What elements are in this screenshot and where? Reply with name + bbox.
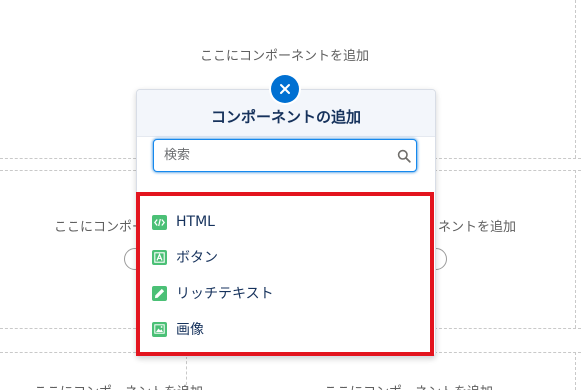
drop-zone-label[interactable]: ここにコンポー bbox=[54, 216, 145, 235]
popover-title: コンポーネントの追加 bbox=[210, 108, 361, 126]
region-divider bbox=[575, 0, 576, 158]
drop-zone-label[interactable]: ここにコンポーネントを追加 bbox=[324, 381, 493, 390]
drop-zone-label[interactable]: ここにコンポーネントを追加 bbox=[34, 381, 203, 390]
add-component-popover: コンポーネントの追加 HTML bbox=[136, 89, 436, 357]
region-divider bbox=[0, 158, 136, 159]
search-input[interactable] bbox=[164, 140, 384, 171]
page-layout-canvas: ここにコンポーネントを追加 ここにコンポー ネントを追加 ここにコンポーネントを… bbox=[0, 0, 581, 390]
search-field[interactable] bbox=[153, 139, 417, 172]
component-list-highlight: HTML ボタン リッチテキスト 画像 bbox=[136, 192, 434, 356]
component-item-label: ボタン bbox=[176, 250, 218, 266]
component-item-label: リッチテキスト bbox=[176, 286, 274, 302]
code-icon bbox=[152, 214, 167, 230]
region-divider bbox=[434, 328, 581, 329]
region-divider bbox=[0, 170, 136, 171]
component-item-label: 画像 bbox=[176, 322, 204, 338]
close-icon bbox=[280, 84, 290, 94]
region-divider bbox=[434, 158, 581, 159]
region-divider bbox=[0, 328, 136, 329]
component-item-html[interactable]: HTML bbox=[152, 209, 422, 235]
region-divider bbox=[575, 352, 576, 390]
component-item-label: HTML bbox=[176, 214, 215, 230]
search-icon bbox=[397, 149, 411, 163]
component-item-image[interactable]: 画像 bbox=[152, 316, 422, 342]
drop-zone-label[interactable]: ここにコンポーネントを追加 bbox=[200, 45, 369, 64]
component-item-rich-text[interactable]: リッチテキスト bbox=[152, 280, 422, 306]
region-divider bbox=[0, 352, 136, 353]
component-item-button[interactable]: ボタン bbox=[152, 244, 422, 270]
button-icon bbox=[152, 249, 167, 265]
image-icon bbox=[152, 321, 167, 337]
region-divider bbox=[434, 170, 581, 171]
region-divider bbox=[434, 352, 581, 353]
pencil-icon bbox=[152, 285, 167, 301]
region-divider bbox=[575, 170, 576, 328]
close-button[interactable] bbox=[271, 75, 299, 103]
drop-zone-label[interactable]: ネントを追加 bbox=[438, 216, 516, 235]
